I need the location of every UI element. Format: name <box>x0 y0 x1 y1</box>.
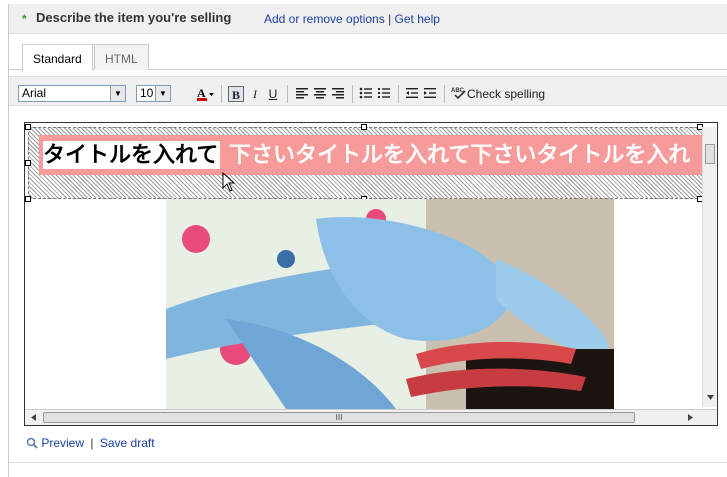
indent-icon <box>424 88 436 98</box>
vertical-scroll-thumb[interactable] <box>705 144 715 164</box>
bullet-list-icon <box>359 87 372 99</box>
selected-title-block[interactable]: タイトルを入れて 下さいタイトルを入れて下さいタイトルを入れ <box>28 127 703 199</box>
chevron-down-icon: ▼ <box>110 86 125 101</box>
tab-html[interactable]: HTML <box>94 44 149 70</box>
align-center-button[interactable] <box>312 86 328 102</box>
font-color-button[interactable]: A <box>194 86 216 102</box>
underline-button[interactable]: U <box>266 86 280 102</box>
formatting-toolbar: Arial ▼ 10 ▼ A B I U ABC Check spelling <box>9 76 727 106</box>
resize-handle[interactable] <box>361 124 367 130</box>
scroll-down-arrow-icon[interactable] <box>706 393 715 402</box>
tab-standard[interactable]: Standard <box>22 44 93 71</box>
toolbar-separator <box>398 85 399 103</box>
indent-button[interactable] <box>422 86 438 102</box>
italic-button[interactable]: I <box>248 86 262 102</box>
toolbar-separator <box>444 85 445 103</box>
section-title: Describe the item you're selling <box>36 10 232 25</box>
check-spelling-button[interactable]: ABC Check spelling <box>451 86 551 102</box>
outdent-icon <box>406 88 418 98</box>
toolbar-separator <box>287 85 288 103</box>
header-links: Add or remove options | Get help <box>264 12 440 26</box>
add-remove-options-link[interactable]: Add or remove options <box>264 12 385 26</box>
magnifier-icon <box>26 437 38 449</box>
align-right-icon <box>332 88 344 99</box>
align-center-icon <box>314 88 326 99</box>
editor-tabs: Standard HTML <box>9 34 727 71</box>
selected-title-text: タイトルを入れて <box>43 141 221 169</box>
font-family-value: Arial <box>22 86 47 100</box>
font-size-value: 10 <box>140 86 154 100</box>
bold-button[interactable]: B <box>228 86 244 102</box>
mouse-cursor-icon <box>222 172 236 192</box>
resize-handle[interactable] <box>25 124 31 130</box>
bullet-list-button[interactable] <box>358 86 374 102</box>
preview-link[interactable]: Preview <box>41 436 84 450</box>
footer-separator: | <box>90 436 94 450</box>
numbered-list-icon <box>378 88 390 98</box>
font-size-select[interactable]: 10 ▼ <box>136 85 171 102</box>
resize-handle[interactable] <box>25 196 31 202</box>
outdent-button[interactable] <box>404 86 420 102</box>
scroll-left-arrow-icon[interactable] <box>29 413 38 422</box>
font-family-select[interactable]: Arial ▼ <box>18 85 126 102</box>
toolbar-separator <box>221 85 222 103</box>
scroll-right-arrow-icon[interactable] <box>686 413 695 422</box>
spell-check-icon: ABC <box>451 88 466 100</box>
link-separator: | <box>388 12 392 26</box>
resize-handle[interactable] <box>25 160 31 166</box>
rich-text-editor[interactable]: タイトルを入れて 下さいタイトルを入れて下さいタイトルを入れ III <box>24 122 718 426</box>
check-spelling-label: Check spelling <box>467 87 546 101</box>
horizontal-scroll-thumb[interactable]: III <box>43 412 635 423</box>
get-help-link[interactable]: Get help <box>395 12 440 26</box>
align-right-button[interactable] <box>330 86 346 102</box>
toolbar-separator <box>352 85 353 103</box>
chevron-down-icon: ▼ <box>155 86 170 101</box>
required-mark: * <box>22 12 27 26</box>
yukata-photo-image <box>166 199 614 409</box>
section-header: * Describe the item you're selling Add o… <box>9 4 727 34</box>
editor-footer: Preview | Save draft <box>26 436 155 450</box>
title-text: 下さいタイトルを入れて下さいタイトルを入れ <box>229 142 691 167</box>
description-panel: * Describe the item you're selling Add o… <box>8 4 727 477</box>
vertical-scrollbar[interactable] <box>702 127 717 407</box>
align-left-icon <box>296 88 308 99</box>
svg-text:A: A <box>197 86 206 100</box>
divider <box>9 462 727 463</box>
horizontal-scrollbar[interactable]: III <box>25 409 717 425</box>
title-banner[interactable]: タイトルを入れて 下さいタイトルを入れて下さいタイトルを入れ <box>39 135 703 175</box>
item-photo[interactable] <box>166 199 614 409</box>
save-draft-link[interactable]: Save draft <box>100 436 155 450</box>
numbered-list-button[interactable] <box>376 86 392 102</box>
align-left-button[interactable] <box>294 86 310 102</box>
font-color-icon: A <box>197 86 214 101</box>
